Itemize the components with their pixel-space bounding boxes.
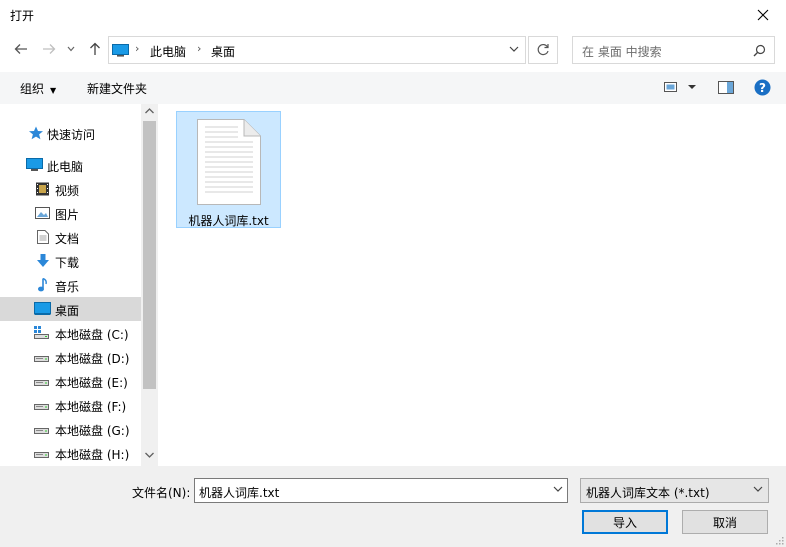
sidebar-item-music[interactable]: 音乐 xyxy=(0,273,141,297)
windows-drive-icon xyxy=(34,326,49,339)
drive-icon xyxy=(34,452,49,458)
sidebar-item-downloads[interactable]: 下载 xyxy=(0,249,141,273)
sidebar-item-label: 本地磁盘 (F:) xyxy=(55,400,127,414)
sidebar-item-label: 本地磁盘 (E:) xyxy=(55,376,128,390)
recent-locations-button[interactable] xyxy=(64,38,78,60)
chevron-down-icon xyxy=(753,486,763,492)
sidebar-item-drive-c[interactable]: 本地磁盘 (C:) xyxy=(0,321,141,345)
sidebar-scrollbar[interactable] xyxy=(141,104,158,466)
documents-icon xyxy=(37,230,49,244)
sidebar-item-drive-f[interactable]: 本地磁盘 (F:) xyxy=(0,393,141,417)
drive-icon xyxy=(34,380,49,386)
breadcrumb-separator: › xyxy=(135,42,140,55)
scrollbar-thumb[interactable] xyxy=(143,121,156,389)
chevron-down-icon[interactable] xyxy=(509,45,519,53)
breadcrumb-separator: › xyxy=(197,42,202,55)
sidebar-item-label: 下载 xyxy=(55,256,80,270)
breadcrumb-desktop[interactable]: 桌面 xyxy=(211,43,235,60)
navigation-pane: 快速访问 此电脑 视频 图片 文档 下载 音乐 桌面 本地磁盘 (C:) 本地磁… xyxy=(0,104,158,466)
star-icon xyxy=(29,126,43,140)
search-box[interactable]: 在 桌面 中搜索 xyxy=(572,36,775,64)
close-button[interactable] xyxy=(740,0,786,30)
sidebar-item-quick-access[interactable]: 快速访问 xyxy=(0,121,141,145)
pictures-icon xyxy=(35,207,50,219)
file-type-value: 机器人词库文本 (*.txt) xyxy=(586,486,710,500)
drive-icon xyxy=(34,428,49,434)
scroll-up-icon[interactable] xyxy=(144,107,155,115)
sidebar-item-drive-g[interactable]: 本地磁盘 (G:) xyxy=(0,417,141,441)
sidebar-item-label: 桌面 xyxy=(55,304,80,318)
window-title: 打开 xyxy=(10,9,35,23)
sidebar-item-drive-h[interactable]: 本地磁盘 (H:) xyxy=(0,441,141,465)
svg-text:?: ? xyxy=(759,81,766,95)
drive-icon xyxy=(34,356,49,362)
sidebar-item-label: 本地磁盘 (C:) xyxy=(55,328,129,342)
sidebar-item-drive-d[interactable]: 本地磁盘 (D:) xyxy=(0,345,141,369)
preview-pane-button[interactable] xyxy=(718,81,734,97)
sidebar-item-pictures[interactable]: 图片 xyxy=(0,201,141,225)
sidebar-item-label: 图片 xyxy=(55,208,80,222)
refresh-button[interactable] xyxy=(528,36,558,64)
open-button[interactable]: 导入 xyxy=(582,510,668,534)
help-icon: ? xyxy=(754,79,771,96)
cancel-button[interactable]: 取消 xyxy=(682,510,768,534)
sidebar-item-label: 视频 xyxy=(55,184,80,198)
filename-value: 机器人词库.txt xyxy=(199,486,280,500)
file-type-select[interactable]: 机器人词库文本 (*.txt) xyxy=(580,478,769,503)
sidebar-item-drive-e[interactable]: 本地磁盘 (E:) xyxy=(0,369,141,393)
filename-input[interactable]: 机器人词库.txt xyxy=(194,478,568,503)
music-icon xyxy=(38,278,47,292)
sidebar-item-documents[interactable]: 文档 xyxy=(0,225,141,249)
new-folder-button[interactable]: 新建文件夹 xyxy=(87,80,147,97)
sidebar-item-label: 音乐 xyxy=(55,280,80,294)
title-bar: 打开 xyxy=(0,0,786,30)
sidebar-item-label: 快速访问 xyxy=(47,128,96,142)
arrow-up-icon xyxy=(90,42,100,55)
address-bar[interactable]: › 此电脑 › 桌面 xyxy=(108,36,526,64)
close-icon xyxy=(757,9,769,21)
search-icon xyxy=(753,44,766,57)
video-icon xyxy=(36,182,49,196)
desktop-icon xyxy=(34,302,51,315)
sidebar-item-label: 本地磁盘 (H:) xyxy=(55,448,130,462)
chevron-down-icon[interactable] xyxy=(553,485,563,493)
organize-label: 组织 xyxy=(20,82,45,96)
organize-button[interactable]: 组织 ▼ xyxy=(20,80,56,97)
arrow-left-icon xyxy=(14,44,27,54)
sidebar-item-desktop[interactable]: 桌面 xyxy=(0,297,141,321)
help-button[interactable]: ? xyxy=(754,79,771,99)
computer-icon xyxy=(112,44,129,57)
sidebar-item-label: 本地磁盘 (D:) xyxy=(55,352,130,366)
sidebar-item-label: 此电脑 xyxy=(47,160,84,174)
file-item[interactable]: 机器人词库.txt xyxy=(176,111,281,228)
breadcrumb-this-pc[interactable]: 此电脑 xyxy=(150,43,186,60)
drive-icon xyxy=(34,404,49,410)
preview-pane-icon xyxy=(718,81,734,94)
sidebar-item-videos[interactable]: 视频 xyxy=(0,177,141,201)
chevron-down-icon xyxy=(67,46,75,52)
view-icon xyxy=(664,82,696,92)
scroll-down-icon[interactable] xyxy=(144,451,155,459)
forward-button[interactable] xyxy=(38,38,60,60)
navigation-bar: › 此电脑 › 桌面 在 桌面 中搜索 xyxy=(0,30,786,70)
caret-down-icon: ▼ xyxy=(50,86,57,95)
file-list: 机器人词库.txt xyxy=(159,104,786,466)
filename-label: 文件名(N): xyxy=(132,486,191,500)
refresh-icon xyxy=(537,43,549,56)
file-name: 机器人词库.txt xyxy=(188,214,269,228)
resize-grip-icon[interactable] xyxy=(774,535,784,545)
download-icon xyxy=(37,254,49,267)
view-options-button[interactable] xyxy=(664,82,696,97)
computer-icon xyxy=(26,158,43,171)
up-button[interactable] xyxy=(84,38,106,60)
sidebar-item-this-pc[interactable]: 此电脑 xyxy=(0,153,141,177)
arrow-right-icon xyxy=(43,44,56,54)
dialog-footer: 文件名(N): 机器人词库.txt 机器人词库文本 (*.txt) 导入 取消 xyxy=(0,466,786,547)
sidebar-item-label: 文档 xyxy=(55,232,80,246)
back-button[interactable] xyxy=(10,38,32,60)
search-placeholder: 在 桌面 中搜索 xyxy=(582,45,662,59)
command-bar: 组织 ▼ 新建文件夹 ? xyxy=(0,72,786,104)
text-file-icon xyxy=(197,119,261,205)
sidebar-item-label: 本地磁盘 (G:) xyxy=(55,424,130,438)
